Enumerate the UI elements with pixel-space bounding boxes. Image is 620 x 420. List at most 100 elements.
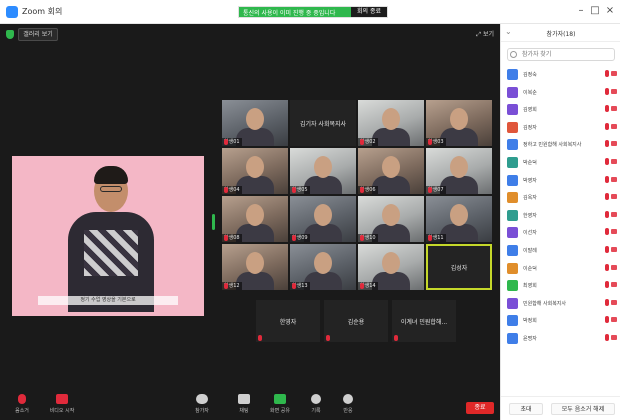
participant-row[interactable]: 이선자 [501,224,620,242]
participant-shoulders [236,272,274,290]
notification-banner: 통신의 사용이 이미 진행 중 중입니다 회의 종료 [238,6,388,18]
participant-face [246,156,264,178]
participant-tile[interactable]: 학생13 [290,244,356,290]
participant-row[interactable]: 김옥자 [501,189,620,207]
participant-shoulders [236,224,274,242]
meeting-area: 갤러리 보기 ⤢ 보기 정기 수업 영상을 기본으로 학생01 김기자 사회복지사… [0,24,500,420]
video-off-icon [611,246,617,252]
start-video-button[interactable]: 비디오 시작 [44,392,80,418]
participant-tile[interactable]: 이계녀 민원합해... [392,300,456,342]
participant-row[interactable]: 한영자 [501,207,620,225]
participant-row[interactable]: 박순덕 [501,154,620,172]
mute-button[interactable]: 음소거 [4,392,40,418]
share-screen-button[interactable]: 화면 공유 [262,392,298,418]
avatar [507,297,518,309]
participant-row[interactable]: 박정희 [501,312,620,330]
avatar [507,104,518,116]
participant-tile[interactable]: 학생08 [222,196,288,242]
participants-button[interactable]: 참가자 [184,392,220,418]
participant-tile[interactable]: 학생01 [222,100,288,146]
smiley-icon [343,394,353,404]
share-screen-icon [274,394,286,404]
participant-row[interactable]: 정하고 민원합해 사회복지사 [501,136,620,154]
record-icon [311,394,321,404]
participant-tile-name: 김순용 [347,318,365,326]
microphone-off-icon [224,283,228,289]
participant-shoulders [304,224,342,242]
participant-tile[interactable]: 학생03 [426,100,492,146]
avatar [507,315,518,327]
participant-shoulders [372,224,410,242]
participant-face [246,252,264,274]
participant-row[interactable]: 박영자 [501,172,620,190]
microphone-off-icon [224,235,228,241]
participant-name: 박영자 [523,177,537,184]
end-meeting-button[interactable]: 종료 [466,402,494,414]
participant-row[interactable]: 이말례 [501,242,620,260]
participant-tile[interactable]: 학생06 [358,148,424,194]
participant-tile[interactable]: 학생10 [358,196,424,242]
participant-tile[interactable]: 학생14 [358,244,424,290]
microphone-off-icon [605,333,609,341]
participant-face [382,108,400,130]
microphone-off-icon [605,210,609,218]
participant-row[interactable]: 이복순 [501,84,620,102]
banner-button[interactable]: 회의 종료 [351,7,387,17]
fullscreen-button[interactable]: ⤢ 보기 [476,28,494,41]
chat-button[interactable]: 채팅 [226,392,262,418]
microphone-off-icon [428,235,432,241]
speaker-video[interactable]: 정기 수업 영상을 기본으로 [12,156,204,316]
microphone-off-icon [428,187,432,193]
unmute-all-button[interactable]: 모두 음소거 해제 [551,403,615,415]
zoom-app-icon [6,6,18,18]
participant-tile[interactable]: 김기자 사회복지사 [290,100,356,146]
participant-shoulders [236,128,274,146]
participant-tile[interactable]: 학생04 [222,148,288,194]
reactions-button[interactable]: 반응 [330,392,366,418]
microphone-off-icon [605,122,609,130]
participant-list: 김정숙 이복순 김영희 김정자 정하고 민원합해 사회복지사 박순덕박영자김옥자 한영자 이선… [501,66,620,348]
participant-tile[interactable]: 한영자 [256,300,320,342]
avatar [507,244,518,256]
participant-row[interactable]: 김정숙 [501,66,620,84]
panel-footer: 초대 모두 음소거 해제 [501,396,620,420]
microphone-off-icon [224,187,228,193]
video-off-icon [611,194,617,200]
participant-face [382,252,400,274]
avatar [507,139,518,151]
participant-tile[interactable]: 김순용 [324,300,388,342]
video-off-icon [611,317,617,323]
microphone-off-icon [292,235,296,241]
participant-row[interactable]: 김영희 [501,101,620,119]
participant-face [450,108,468,130]
video-off-icon [611,176,617,182]
participant-face [314,252,332,274]
participant-tile-name: 김기자 사회복지사 [299,120,347,128]
participant-row[interactable]: 최영희 [501,277,620,295]
maximize-button[interactable]: □ [588,3,602,19]
record-button[interactable]: 기록 [298,392,334,418]
participant-tile[interactable]: 학생09 [290,196,356,242]
participant-row[interactable]: 민원합해 사회복지사 [501,295,620,313]
participant-tile[interactable]: 학생05 [290,148,356,194]
participant-tile[interactable]: 김성자 [426,244,492,290]
participant-row[interactable]: 김정자 [501,119,620,137]
participant-tile[interactable]: 학생11 [426,196,492,242]
participant-row[interactable]: 윤명자 [501,330,620,348]
participant-tile[interactable]: 학생12 [222,244,288,290]
security-shield-icon[interactable] [6,30,14,39]
participant-tile[interactable]: 학생07 [426,148,492,194]
participant-tile[interactable]: 학생02 [358,100,424,146]
participant-row[interactable]: 이순덕 [501,260,620,278]
participant-name: 최영희 [523,283,537,290]
speaker-glasses [100,186,122,192]
panel-title: 참가자(18) [546,31,576,38]
participant-search-input[interactable] [507,48,615,61]
view-toggle-button[interactable]: 갤러리 보기 [18,28,58,41]
minimize-button[interactable]: – [574,3,588,19]
meeting-toolbar: 음소거 비디오 시작 참가자 채팅 화면 공유 기록 반응 종료 [0,378,500,420]
close-button[interactable]: × [603,3,617,19]
avatar [507,121,518,133]
invite-button[interactable]: 초대 [509,403,543,415]
split-resize-handle[interactable] [212,214,215,230]
